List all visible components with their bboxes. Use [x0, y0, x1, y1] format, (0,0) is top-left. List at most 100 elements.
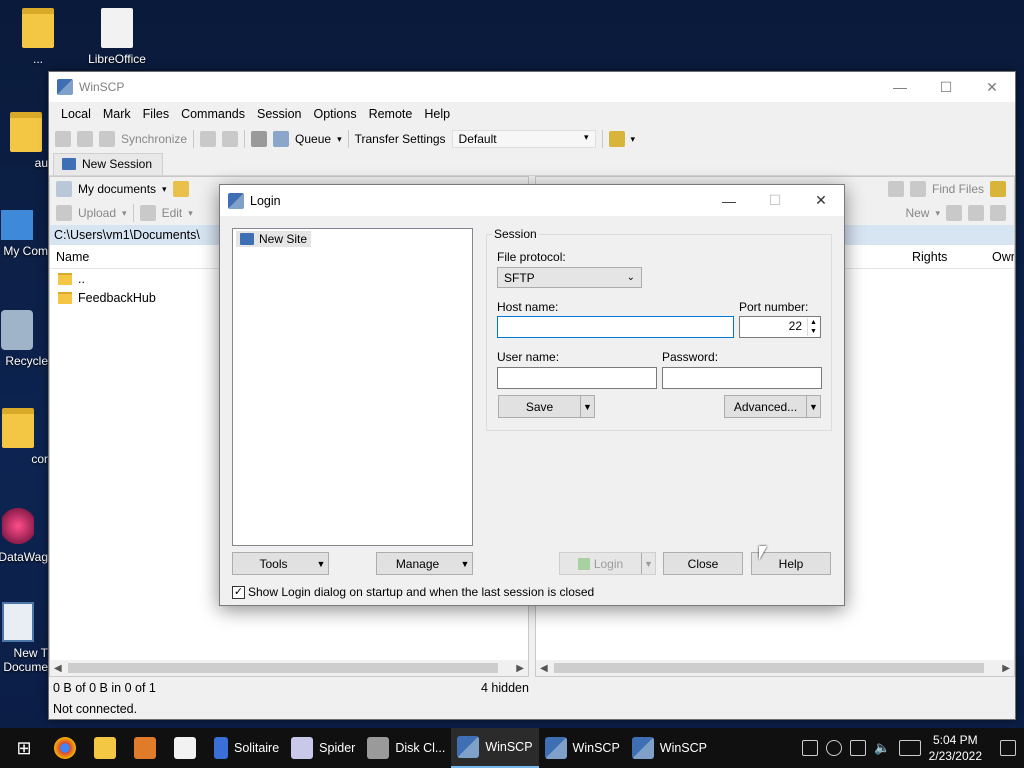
add-icon[interactable]: [946, 205, 962, 221]
taskbar-media-player[interactable]: [128, 728, 168, 768]
column-owner[interactable]: Owr: [986, 250, 1014, 264]
show-on-startup-row[interactable]: ✓ Show Login dialog on startup and when …: [232, 585, 594, 599]
refresh-icon[interactable]: [887, 181, 904, 197]
tab-new-session[interactable]: New Session: [53, 153, 164, 175]
menu-remote[interactable]: Remote: [363, 107, 419, 121]
site-tree[interactable]: New Site: [232, 228, 473, 546]
port-stepper[interactable]: ▲ ▼: [807, 318, 819, 336]
taskbar-notepad[interactable]: [168, 728, 208, 768]
chevron-down-icon[interactable]: ▾: [935, 208, 940, 219]
chevron-down-icon[interactable]: ▼: [458, 553, 472, 574]
upload-icon[interactable]: [56, 205, 72, 221]
transfer-settings-select[interactable]: Default ▾: [451, 130, 596, 148]
queue-button[interactable]: Queue: [295, 132, 331, 146]
chevron-right-icon[interactable]: ▶: [1002, 663, 1010, 674]
minimize-button[interactable]: —: [877, 72, 923, 102]
chrome-tray-icon[interactable]: [826, 740, 843, 756]
column-name[interactable]: Name: [50, 250, 89, 264]
taskbar-winscp-2[interactable]: WinSCP: [539, 728, 626, 768]
notification-icon[interactable]: [1000, 740, 1016, 756]
desktop-icon-folder-cor[interactable]: cor: [0, 408, 48, 466]
shield-icon[interactable]: [802, 740, 819, 756]
minimize-button[interactable]: —: [706, 185, 752, 216]
hidden-status[interactable]: 4 hidden: [481, 681, 529, 695]
taskbar-solitaire[interactable]: Solitaire: [208, 728, 285, 768]
site-item-new-site[interactable]: New Site: [236, 231, 312, 247]
desktop-icon-aux[interactable]: aux: [0, 112, 54, 170]
filter-icon[interactable]: [990, 205, 1006, 221]
chevron-down-icon[interactable]: ▾: [188, 208, 193, 219]
manage-button[interactable]: Manage ▼: [376, 552, 473, 575]
start-button[interactable]: ⊞: [0, 728, 48, 768]
desktop-icon-new-text-document[interactable]: New T Docume: [0, 602, 48, 674]
desktop-icon-folder-top[interactable]: ...: [0, 8, 78, 66]
globe-icon[interactable]: [608, 131, 625, 147]
menu-local[interactable]: Local: [55, 107, 97, 121]
chevron-down-icon[interactable]: ▾: [631, 134, 636, 145]
synchronize-icon[interactable]: [99, 131, 115, 147]
menu-mark[interactable]: Mark: [97, 107, 137, 121]
chevron-down-icon[interactable]: ▼: [314, 553, 328, 574]
scrollbar-thumb[interactable]: [554, 663, 984, 673]
save-button[interactable]: Save ▼: [498, 395, 595, 418]
synchronize-button[interactable]: Synchronize: [121, 132, 187, 146]
edit-icon[interactable]: [139, 205, 156, 221]
chevron-down-icon[interactable]: ▼: [806, 396, 820, 417]
keyboard-icon[interactable]: [898, 740, 921, 756]
clock[interactable]: 5:04 PM 2/23/2022: [929, 732, 982, 764]
tools-button[interactable]: Tools ▼: [232, 552, 329, 575]
chevron-down-icon[interactable]: ▾: [122, 208, 127, 219]
remote-horizontal-scrollbar[interactable]: ◀ ▶: [536, 660, 1014, 676]
taskbar-spider[interactable]: Spider: [285, 728, 361, 768]
desktop-icon-my-computer[interactable]: My Com: [0, 210, 48, 258]
chevron-down-icon[interactable]: ▼: [808, 327, 819, 336]
chevron-down-icon[interactable]: ▼: [580, 396, 594, 417]
chevron-up-icon[interactable]: ▲: [808, 318, 819, 327]
tree-icon[interactable]: [990, 181, 1006, 197]
file-protocol-select[interactable]: SFTP ⌄: [497, 267, 642, 288]
close-button[interactable]: ✕: [798, 185, 844, 216]
putty-icon[interactable]: [222, 131, 239, 147]
close-button[interactable]: ✕: [969, 72, 1015, 102]
close-dialog-button[interactable]: Close: [663, 552, 743, 575]
chevron-right-icon[interactable]: ▶: [516, 663, 524, 674]
desktop-icon-recycle-bin[interactable]: Recycle: [0, 310, 48, 368]
queue-icon[interactable]: [273, 131, 290, 147]
user-name-input[interactable]: [497, 367, 657, 389]
maximize-button[interactable]: ☐: [923, 72, 969, 102]
chevron-down-icon[interactable]: ▾: [162, 184, 167, 195]
chevron-left-icon[interactable]: ◀: [540, 663, 548, 674]
upload-button[interactable]: Upload: [78, 206, 116, 220]
find-files-icon[interactable]: [909, 181, 926, 197]
column-rights[interactable]: Rights: [906, 250, 986, 264]
sync-browse-icon[interactable]: [77, 131, 93, 147]
password-input[interactable]: [662, 367, 822, 389]
local-horizontal-scrollbar[interactable]: ◀ ▶: [50, 660, 528, 676]
volume-icon[interactable]: 🔈: [874, 740, 890, 756]
taskbar-disk-cleanup[interactable]: Disk Cl...: [361, 728, 451, 768]
new-button[interactable]: New: [905, 206, 929, 220]
chevron-down-icon[interactable]: ▾: [337, 134, 342, 145]
compare-icon[interactable]: [55, 131, 71, 147]
menu-commands[interactable]: Commands: [175, 107, 251, 121]
taskbar-winscp-1[interactable]: WinSCP: [451, 728, 539, 768]
gear-icon[interactable]: [251, 131, 268, 147]
menu-options[interactable]: Options: [307, 107, 362, 121]
desktop-icon-datawag[interactable]: DataWag: [0, 506, 48, 564]
menu-help[interactable]: Help: [418, 107, 456, 121]
scrollbar-thumb[interactable]: [68, 663, 498, 673]
network-icon[interactable]: [850, 740, 867, 756]
port-number-input[interactable]: 22 ▲ ▼: [739, 316, 821, 338]
menu-files[interactable]: Files: [137, 107, 175, 121]
desktop-icon-libreoffice[interactable]: LibreOffice: [77, 8, 157, 66]
taskbar-file-explorer[interactable]: [88, 728, 128, 768]
console-icon[interactable]: [200, 131, 217, 147]
advanced-button[interactable]: Advanced... ▼: [724, 395, 821, 418]
menu-session[interactable]: Session: [251, 107, 307, 121]
find-files-button[interactable]: Find Files: [932, 182, 984, 196]
taskbar-winscp-3[interactable]: WinSCP: [626, 728, 713, 768]
show-on-startup-checkbox[interactable]: ✓: [232, 585, 245, 599]
taskbar-chrome[interactable]: [48, 728, 88, 768]
open-folder-icon[interactable]: [172, 181, 189, 197]
edit-button[interactable]: Edit: [162, 206, 183, 220]
